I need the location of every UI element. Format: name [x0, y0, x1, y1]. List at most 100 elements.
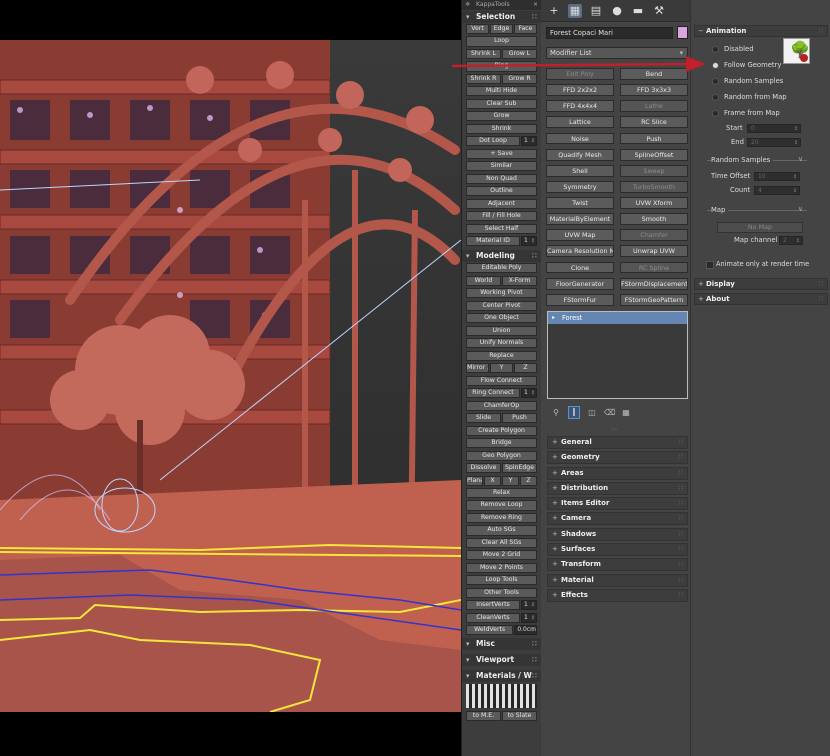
modifier-floorgenerator-button[interactable]: FloorGenerator	[546, 277, 614, 290]
one-object-button[interactable]: One Object	[466, 313, 537, 324]
value-spinner[interactable]: 0.0cm	[514, 625, 537, 636]
z-button[interactable]: Z	[514, 363, 537, 374]
shrink-button[interactable]: Shrink	[466, 123, 537, 134]
modifier-unwrap-uvw-button[interactable]: Unwrap UVW	[620, 245, 688, 258]
modifier-shell-button[interactable]: Shell	[546, 164, 614, 177]
object-name-field[interactable]: Forest Copaci Mari	[546, 27, 673, 39]
modifier-uvw-map-button[interactable]: UVW Map	[546, 229, 614, 242]
rollout-surfaces[interactable]: Surfaces ∷	[547, 543, 688, 557]
replace-button[interactable]: Replace	[466, 350, 537, 361]
x-form-button[interactable]: X-Form	[502, 275, 537, 286]
modifier-chamfer-button[interactable]: Chamfer	[620, 229, 688, 242]
modifier-edit-poly-button[interactable]: Edit Poly	[546, 68, 614, 80]
modifier-turbosmooth-button[interactable]: TurboSmooth	[620, 180, 688, 193]
loop-button[interactable]: Loop	[466, 36, 537, 47]
ring-connect-button[interactable]: Ring Connect	[466, 388, 520, 399]
insertverts-button[interactable]: InsertVerts	[466, 600, 520, 611]
mirror-x-button[interactable]: Mirror X	[466, 363, 489, 374]
radio-follow-geometry[interactable]: Follow Geometry	[712, 60, 781, 70]
section-materials[interactable]: Materials / W∷	[462, 669, 541, 682]
to-slate-button[interactable]: to Slate	[502, 710, 537, 721]
grow-button[interactable]: Grow	[466, 111, 537, 122]
motion-icon[interactable]: ●	[610, 4, 624, 18]
unify-normals-button[interactable]: Unify Normals	[466, 338, 537, 349]
modifier-splineoffset-button[interactable]: SplineOffset	[620, 148, 688, 161]
clear-sub-button[interactable]: Clear Sub	[466, 98, 537, 109]
world-button[interactable]: World	[466, 275, 501, 286]
section-modeling[interactable]: Modeling ∷	[462, 250, 541, 263]
relax-button[interactable]: Relax	[466, 488, 537, 499]
planar-button[interactable]: Planar	[466, 475, 483, 486]
value-spinner[interactable]: 1	[521, 136, 537, 147]
rollout-material[interactable]: Material ∷	[547, 573, 688, 587]
cleanverts-button[interactable]: CleanVerts	[466, 612, 520, 623]
ring-button[interactable]: Ring	[466, 61, 537, 72]
close-icon[interactable]: ×	[533, 0, 538, 10]
modifier-clone-button[interactable]: Clone	[546, 261, 614, 274]
modifier-noise-button[interactable]: Noise	[546, 132, 614, 145]
grow-r-button[interactable]: Grow R	[502, 73, 537, 84]
value-spinner[interactable]: 1	[521, 612, 537, 623]
push-button[interactable]: Push	[502, 413, 537, 424]
material-id-button[interactable]: Material ID	[466, 236, 520, 247]
modifier-fstormdisplacement-button[interactable]: FStormDisplacement	[620, 277, 688, 290]
material-slots-grid[interactable]	[466, 683, 537, 708]
show-end-result-icon[interactable]: ❙	[568, 405, 580, 419]
modifier-rc-spline-button[interactable]: RC Spline	[620, 261, 688, 274]
outline-button[interactable]: Outline	[466, 186, 537, 197]
rollout-effects[interactable]: Effects ∷	[547, 588, 688, 602]
modifier-lathe-button[interactable]: Lathe	[620, 100, 688, 113]
value-spinner[interactable]: 1	[521, 388, 537, 399]
modifier-bend-button[interactable]: Bend	[620, 68, 688, 80]
create-polygon-button[interactable]: Create Polygon	[466, 425, 537, 436]
modifier-twist-button[interactable]: Twist	[546, 197, 614, 209]
to-material-editor-button[interactable]: to M.E.	[466, 710, 501, 721]
y-button[interactable]: Y	[502, 475, 519, 486]
rollout-transform[interactable]: Transform ∷	[547, 558, 688, 572]
radio-random-samples[interactable]: Random Samples	[712, 76, 783, 86]
3d-viewport[interactable]	[0, 0, 461, 756]
modifier-ffd-3x3x3-button[interactable]: FFD 3x3x3	[620, 84, 688, 97]
section-viewport[interactable]: Viewport ∷	[462, 653, 541, 666]
rollout-camera[interactable]: Camera ∷	[547, 512, 688, 526]
working-pivot-button[interactable]: Working Pivot	[466, 288, 537, 299]
adjacent-button[interactable]: Adjacent	[466, 198, 537, 209]
collapse-icon[interactable]: ∨	[798, 204, 803, 214]
radio-disabled[interactable]: Disabled	[712, 44, 754, 54]
make-unique-icon[interactable]: ◫	[587, 408, 597, 417]
modifier-stack[interactable]: Forest	[547, 311, 688, 399]
modifier-camera-resolution-mo-button[interactable]: Camera Resolution Mo	[546, 245, 614, 258]
modifier-smooth-button[interactable]: Smooth	[620, 213, 688, 226]
create-icon[interactable]: +	[547, 4, 561, 18]
section-misc[interactable]: Misc ∷	[462, 637, 541, 650]
collapse-icon[interactable]: ∨	[798, 154, 803, 164]
clear-all-sgs-button[interactable]: Clear All SGs	[466, 537, 537, 548]
weldverts-button[interactable]: WeldVerts	[466, 625, 514, 636]
display-rollout[interactable]: Display ∷	[694, 278, 828, 290]
configure-modifier-sets-icon[interactable]: ▦	[621, 408, 631, 417]
x-button[interactable]: X	[484, 475, 501, 486]
radio-frame-from-map[interactable]: Frame from Map	[712, 108, 780, 118]
chamferop-button[interactable]: ChamferOp	[466, 400, 537, 411]
remove-ring-button[interactable]: Remove Ring	[466, 512, 537, 524]
modifier-list-dropdown[interactable]: Modifier List	[546, 47, 688, 59]
modifier-quadify-mesh-button[interactable]: Quadify Mesh	[546, 148, 614, 161]
end-spinner[interactable]: 20	[747, 138, 801, 147]
time-offset-spinner[interactable]: 10	[754, 172, 800, 181]
no-map-button[interactable]: No Map	[717, 222, 803, 233]
stack-item-forest[interactable]: Forest	[548, 312, 687, 324]
non-quad-button[interactable]: Non Quad	[466, 173, 537, 184]
editable-poly-button[interactable]: Editable Poly	[466, 263, 537, 274]
pin-stack-icon[interactable]: ⚲	[551, 408, 561, 417]
center-pivot-button[interactable]: Center Pivot	[466, 300, 537, 311]
move-2-grid-button[interactable]: Move 2 Grid	[466, 550, 537, 561]
rollout-distribution[interactable]: Distribution ∷	[547, 481, 688, 495]
flow-connect-button[interactable]: Flow Connect	[466, 375, 537, 386]
save-button[interactable]: + Save	[466, 148, 537, 159]
modifier-fstormfur-button[interactable]: FStormFur	[546, 293, 614, 306]
hierarchy-icon[interactable]: ▤	[589, 4, 603, 18]
multi-hide-button[interactable]: Multi Hide	[466, 86, 537, 97]
kappa-title-bar[interactable]: ❖ KappaTools ×	[462, 0, 541, 10]
shrink-r-button[interactable]: Shrink R	[466, 73, 501, 84]
section-selection[interactable]: Selection ∷	[462, 11, 541, 23]
